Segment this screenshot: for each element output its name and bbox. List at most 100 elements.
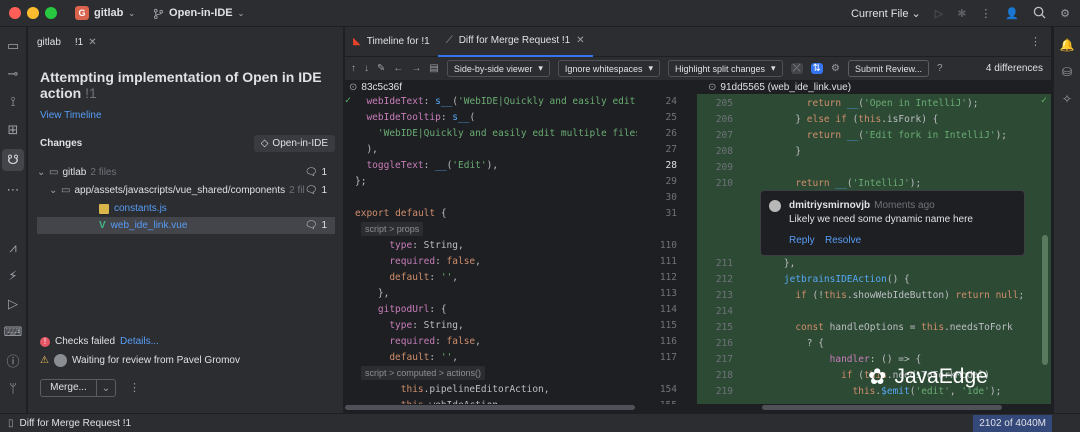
left-code-pane[interactable]: ✓ script > props script > computed > act… (345, 94, 637, 404)
close-icon[interactable]: ✕ (88, 37, 96, 48)
tab-gitlab[interactable]: gitlab (37, 37, 61, 48)
line-number: 111 (659, 256, 677, 267)
arrow-right-icon[interactable]: → (411, 63, 421, 74)
count-value: 1 (321, 167, 327, 178)
arrow-left-icon[interactable]: ← (393, 63, 403, 74)
fold-marker[interactable]: script > computed > actions() (361, 366, 486, 380)
ai-assistant-icon[interactable]: ✧ (1058, 90, 1076, 108)
chevron-down-icon: ▾ (538, 63, 543, 73)
line-number: 213 (715, 290, 733, 301)
services-icon[interactable]: ▷ (4, 295, 22, 313)
close-window-button[interactable] (9, 7, 21, 19)
collapse-icon[interactable]: ⤫ (790, 63, 803, 74)
code-line: }, (761, 258, 796, 269)
code-line: ? { (761, 338, 824, 349)
fold-marker[interactable]: script > props (361, 222, 424, 236)
code-line: this.pipelineEditorAction, (400, 384, 550, 395)
error-icon: ! (40, 336, 50, 347)
more-icon[interactable]: ⋮ (1030, 35, 1041, 48)
checks-details-link[interactable]: Details... (120, 336, 159, 347)
problems-icon[interactable]: ⓘ (4, 351, 22, 369)
whitespace-dropdown[interactable]: Ignore whitespaces ▾ (557, 60, 660, 77)
project-selector[interactable]: G gitlab ⌄ (75, 6, 135, 20)
document-icon[interactable]: ▤ (429, 63, 438, 74)
more-icon[interactable]: ⋮ (980, 7, 991, 20)
viewer-dropdown[interactable]: Side-by-side viewer ▾ (446, 60, 550, 77)
chevron-down-icon[interactable]: ⌄ (97, 383, 115, 394)
database-icon[interactable]: ⛁ (1058, 63, 1076, 81)
code-line: return __('Open in IntelliJ'); (806, 98, 979, 109)
arrow-up-icon[interactable]: ↑ (351, 63, 356, 74)
merge-button[interactable]: Merge... ⌄ (40, 379, 116, 397)
minimize-window-button[interactable] (27, 7, 39, 19)
tab-diff[interactable]: ⟋ Diff for Merge Request !1 ✕ (437, 27, 593, 57)
gitlab-icon[interactable]: ☋ (2, 149, 24, 171)
line-number: 31 (665, 208, 677, 219)
right-line-gutter: 205 206 207 208 209 210 211 212 213 214 215 216 217 2… (697, 94, 757, 404)
branch-selector[interactable]: Open-in-IDE ⌄ (153, 7, 244, 19)
memory-indicator[interactable]: 2102 of 4040M (973, 415, 1052, 432)
whitespace-label: Ignore whitespaces (564, 63, 643, 74)
folder-icon[interactable]: ▭ (4, 37, 22, 55)
source-branch-chip[interactable]: ◇ Open-in-IDE (253, 135, 335, 152)
run-config-selector[interactable]: Current File ⌄ (851, 7, 921, 20)
run-icon[interactable]: ▷ (935, 7, 943, 20)
reply-link[interactable]: Reply (789, 235, 815, 246)
maximize-window-button[interactable] (45, 7, 57, 19)
tree-row-root[interactable]: ⌄ ▭ gitlab 2 files 🗨 1 (37, 164, 335, 181)
terminal-icon[interactable]: ⌨ (4, 323, 23, 341)
status-bar: ▯ Diff for Merge Request !1 2102 of 4040… (0, 413, 1080, 432)
chevron-down-icon: ⌄ (37, 167, 46, 178)
search-icon[interactable] (1033, 6, 1046, 22)
edit-icon[interactable]: ✎ (377, 63, 385, 74)
right-horizontal-scrollbar[interactable] (762, 405, 1002, 410)
git-icon[interactable]: ᛘ (4, 379, 22, 397)
highlight-dropdown[interactable]: Highlight split changes ▾ (667, 60, 783, 77)
resolve-link[interactable]: Resolve (825, 235, 861, 246)
tab-timeline[interactable]: ◣ Timeline for !1 (345, 27, 438, 57)
more-icon[interactable]: ⋮ (129, 381, 140, 394)
branch-icon (153, 8, 164, 19)
vertical-scrollbar[interactable] (1042, 235, 1048, 365)
js-file-icon (99, 203, 109, 214)
tab-merge-request[interactable]: !1 ✕ (75, 37, 97, 48)
line-number: 29 (665, 176, 677, 187)
plugins-icon[interactable]: ⚡ (4, 267, 22, 285)
debug-icon[interactable]: ✱ (957, 7, 966, 20)
project-badge: G (75, 6, 89, 20)
more-tools-icon[interactable]: ⋯ (4, 181, 22, 199)
sync-scroll-icon[interactable]: ⇅ (810, 63, 823, 74)
close-icon[interactable]: ✕ (576, 35, 584, 46)
submit-review-button[interactable]: Submit Review... (847, 60, 929, 77)
titlebar-actions: Current File ⌄ ▷ ✱ ⋮ 👤 ⚙ (851, 0, 1080, 27)
code-line: webIdeText: s__('WebIDE|Quickly and easi… (366, 96, 636, 107)
help-icon[interactable]: ? (937, 63, 943, 74)
settings-icon[interactable]: ⚙ (1060, 7, 1070, 20)
review-status: ⚠ Waiting for review from Pavel Gromov (40, 354, 240, 367)
add-user-icon[interactable]: 👤 (1005, 7, 1019, 20)
structure-icon[interactable]: ⊞ (4, 121, 22, 139)
tree-label: constants.js (114, 203, 167, 214)
line-number: 207 (715, 130, 733, 141)
tree-row-file-selected[interactable]: V web_ide_link.vue 🗨 1 (37, 217, 335, 234)
branch-name: Open-in-IDE (169, 7, 233, 19)
tree-row-file[interactable]: constants.js (37, 200, 335, 217)
left-horizontal-scrollbar[interactable] (345, 405, 635, 410)
profiler-icon[interactable]: ⩘ (4, 239, 22, 257)
view-timeline-link[interactable]: View Timeline (40, 110, 102, 121)
changes-header: Changes (40, 138, 83, 149)
arrow-down-icon[interactable]: ↓ (364, 63, 369, 74)
code-line: const handleOptions = this.needsToFork (795, 322, 1013, 333)
run-config-label: Current File (850, 8, 909, 20)
layout-icon[interactable]: ▯ (8, 418, 14, 429)
tree-row-folder[interactable]: ⌄ ▭ app/assets/javascripts/vue_shared/co… (37, 182, 335, 199)
commit-icon[interactable]: ⊸ (4, 65, 22, 83)
settings-icon[interactable]: ⚙ (831, 63, 840, 74)
code-line: export default { (355, 208, 447, 219)
right-toolwindow-bar: 🔔 ⛁ ✧ (1053, 27, 1080, 413)
line-number: 26 (665, 128, 677, 139)
chevron-down-icon: ⌄ (49, 185, 58, 196)
notifications-icon[interactable]: 🔔 (1058, 36, 1076, 54)
pull-requests-icon[interactable]: ⟟ (4, 93, 22, 111)
line-number: 212 (715, 274, 733, 285)
